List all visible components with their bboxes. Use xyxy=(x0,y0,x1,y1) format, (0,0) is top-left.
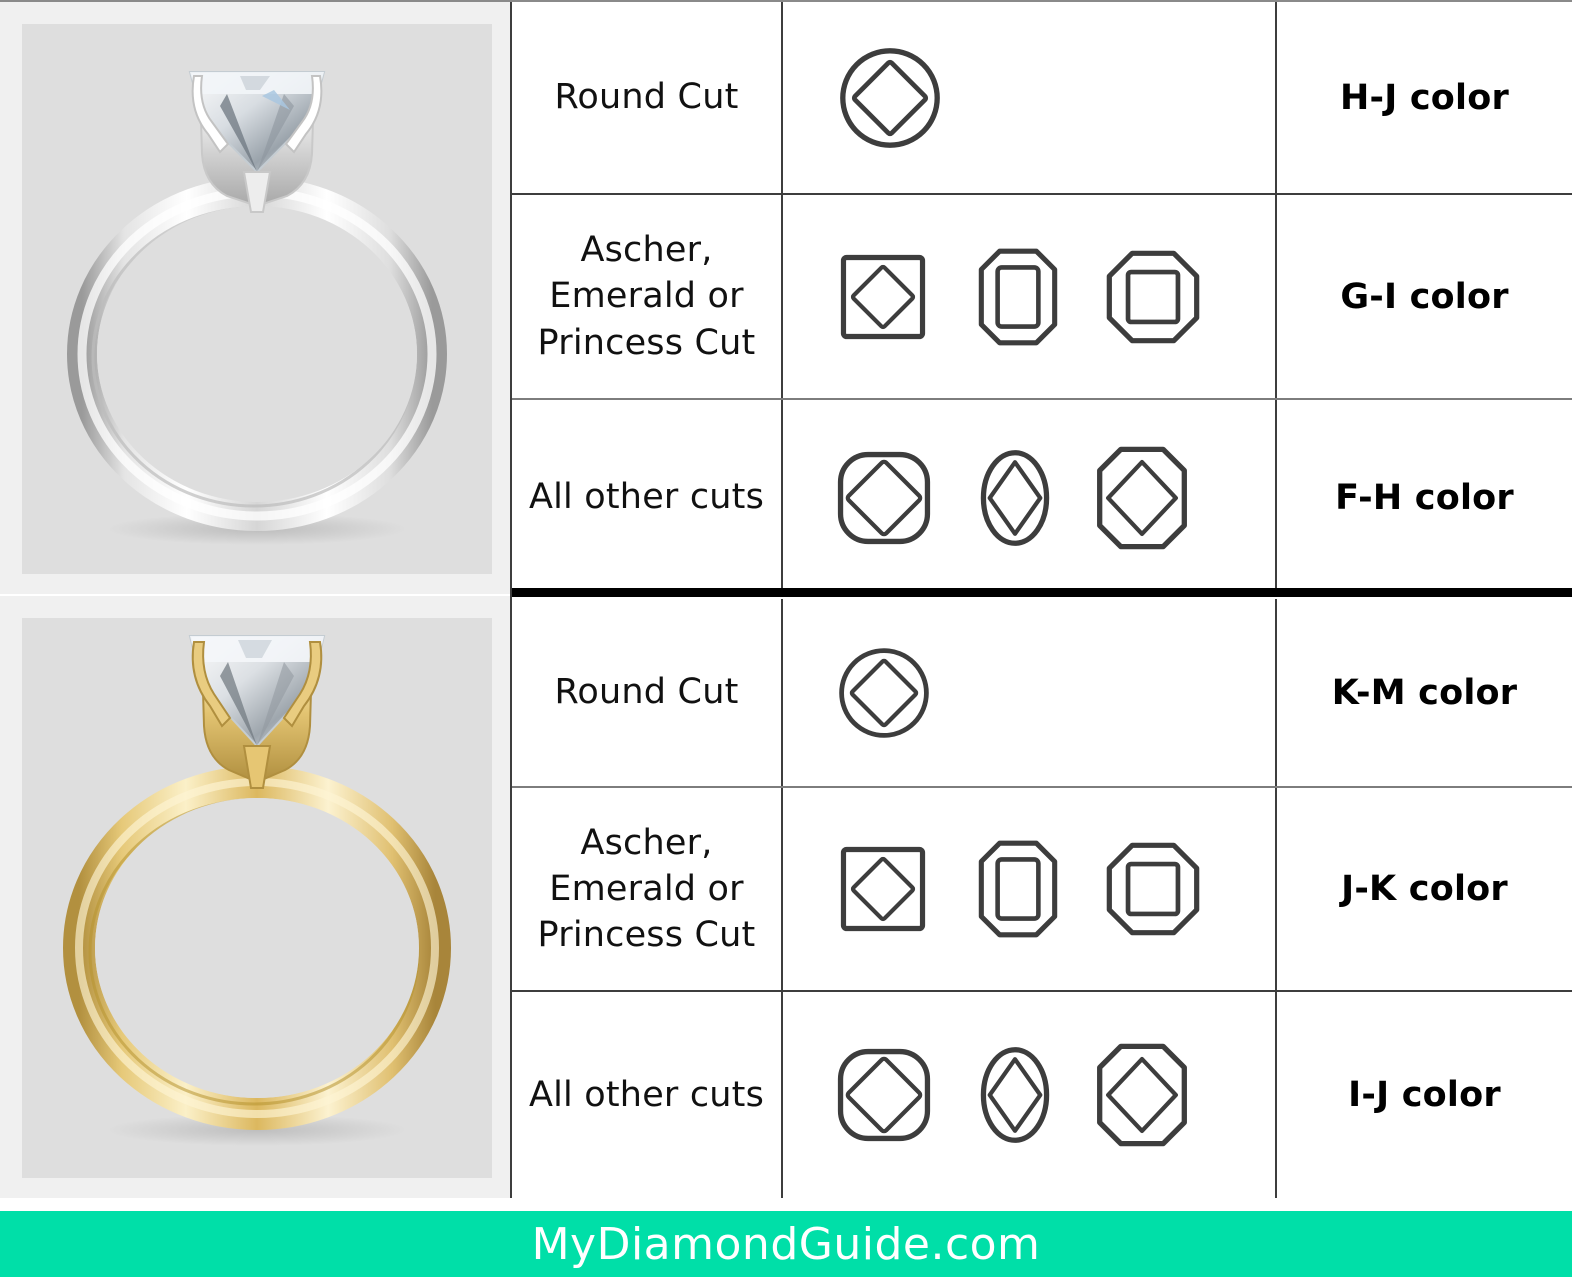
princess-cut-icon xyxy=(840,254,926,339)
table-row: Round Cut K-M color xyxy=(512,599,1572,788)
shape-icons xyxy=(783,788,1277,990)
princess-cut-icon xyxy=(840,846,926,932)
shape-icons xyxy=(783,400,1277,595)
white-gold-ring-image xyxy=(67,71,447,545)
cut-color-table: Round Cut H-J color Ascher, Emerald or P… xyxy=(512,2,1572,1198)
asscher-cut-icon xyxy=(1106,250,1200,343)
table-row: All other cuts xyxy=(512,400,1572,595)
white-gold-photo xyxy=(22,24,492,574)
cut-label: Round Cut xyxy=(512,599,783,786)
color-grade: J-K color xyxy=(1341,869,1508,909)
color-grade: K-M color xyxy=(1331,672,1518,713)
cushion-cut-icon xyxy=(837,451,931,544)
emerald-cut-icon xyxy=(978,840,1058,938)
cut-label: All other cuts xyxy=(512,992,783,1198)
diamond-color-guide-chart: Round Cut H-J color Ascher, Emerald or P… xyxy=(0,0,1572,1284)
color-grade: G-I color xyxy=(1340,276,1509,317)
footer-banner: MyDiamondGuide.com xyxy=(0,1211,1572,1277)
color-grade: F-H color xyxy=(1335,477,1514,518)
cut-label: Ascher, Emerald or Princess Cut xyxy=(512,195,783,398)
cut-label: Round Cut xyxy=(512,2,783,193)
white-gold-ring-panel xyxy=(0,2,510,594)
shape-icons xyxy=(783,599,1277,786)
table-row: Ascher, Emerald or Princess Cut xyxy=(512,788,1572,992)
round-cut-icon xyxy=(839,647,929,738)
shape-icons xyxy=(783,2,1277,193)
color-grade: H-J color xyxy=(1340,77,1509,118)
section-white-gold: Round Cut H-J color Ascher, Emerald or P… xyxy=(512,2,1572,595)
round-cut-icon xyxy=(840,47,940,148)
asscher-cut-icon xyxy=(1106,842,1200,936)
section-divider xyxy=(512,588,1572,597)
cushion-cut-icon xyxy=(837,1048,931,1142)
radiant-cut-icon xyxy=(1097,1043,1187,1147)
emerald-cut-icon xyxy=(978,248,1058,345)
chart-area: Round Cut H-J color Ascher, Emerald or P… xyxy=(0,0,1572,1198)
color-grade: I-J color xyxy=(1348,1075,1501,1115)
oval-cut-icon xyxy=(980,449,1050,546)
yellow-gold-photo xyxy=(22,618,492,1178)
shape-icons xyxy=(783,195,1277,398)
cut-label: All other cuts xyxy=(512,400,783,595)
radiant-cut-icon xyxy=(1097,446,1187,549)
oval-cut-icon xyxy=(980,1047,1050,1143)
cut-label: Ascher, Emerald or Princess Cut xyxy=(512,788,783,990)
shape-icons xyxy=(783,992,1277,1198)
table-row: Ascher, Emerald or Princess Cut xyxy=(512,195,1572,400)
yellow-gold-ring-panel xyxy=(0,596,510,1198)
ring-image-column xyxy=(0,2,512,1198)
site-name: MyDiamondGuide.com xyxy=(531,1218,1041,1270)
table-row: All other cuts xyxy=(512,992,1572,1198)
table-row: Round Cut H-J color xyxy=(512,2,1572,195)
yellow-gold-ring-image xyxy=(63,635,451,1146)
section-yellow-gold: Round Cut K-M color Ascher, Emerald or P… xyxy=(512,599,1572,1198)
